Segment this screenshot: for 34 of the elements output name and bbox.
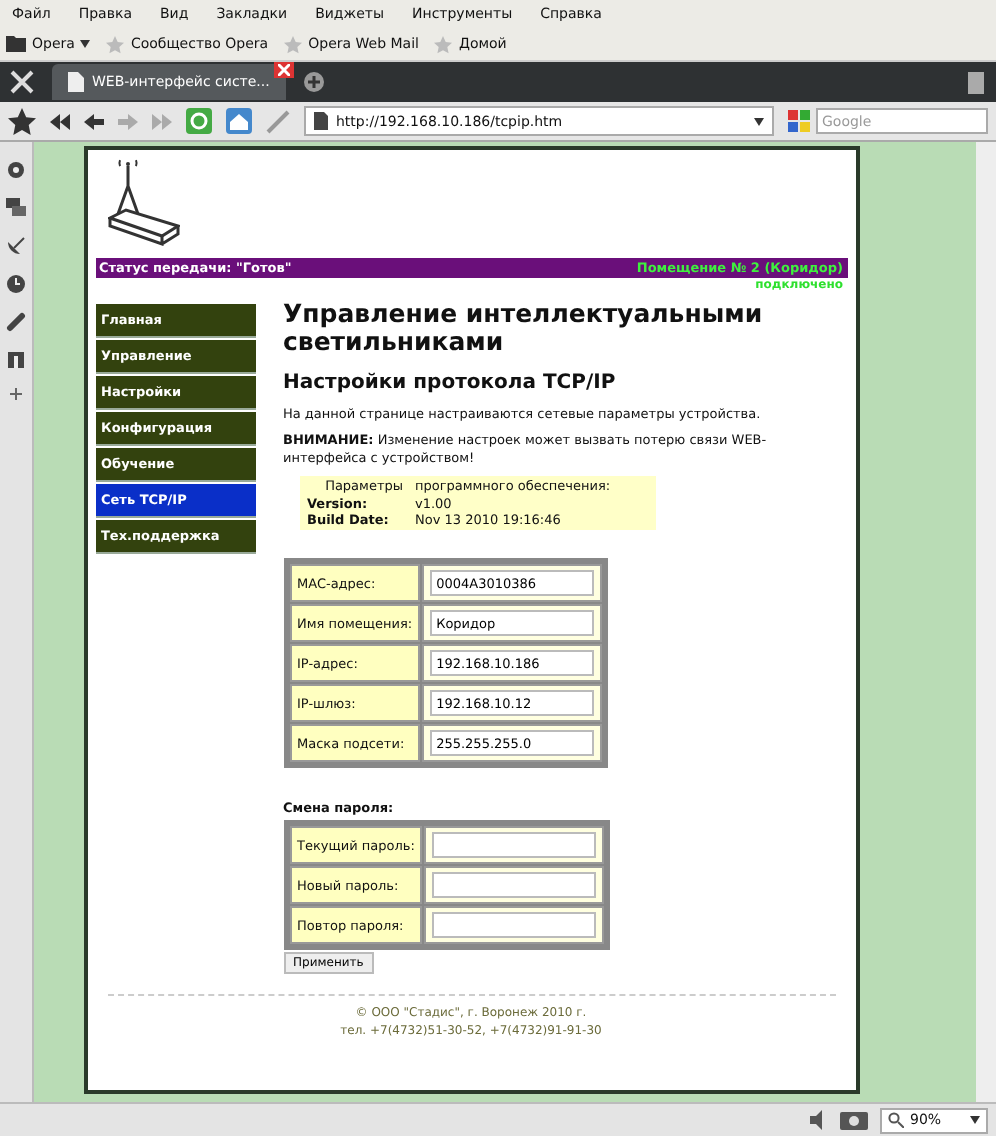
speaker-icon[interactable]: [808, 1110, 828, 1130]
folder-icon: [6, 36, 26, 52]
search-engine-icon[interactable]: [788, 110, 810, 132]
star-icon: [434, 35, 453, 53]
section-title: Настройки протокола TCP/IP: [283, 371, 618, 394]
tools-icon[interactable]: [8, 68, 36, 96]
star-icon: [284, 35, 303, 53]
scrollbar[interactable]: [976, 142, 996, 1102]
page-icon: [68, 72, 84, 92]
plus-icon[interactable]: [10, 388, 22, 400]
back-icon[interactable]: [84, 113, 104, 129]
rewind-icon[interactable]: [50, 113, 70, 129]
star-icon[interactable]: [8, 107, 36, 135]
page-icon: [314, 112, 328, 130]
satellite-dish-icon[interactable]: [6, 236, 26, 256]
caret-icon: [80, 40, 91, 48]
page-title: Управление интеллектуальными светильниками: [283, 300, 765, 358]
password-field[interactable]: [432, 872, 597, 899]
caret-icon: [970, 1116, 980, 1124]
router-icon: [107, 158, 179, 246]
password-field[interactable]: [432, 912, 597, 939]
clock-icon[interactable]: [6, 274, 26, 294]
windows-icon[interactable]: [6, 198, 26, 218]
new-tab-icon[interactable]: [301, 70, 326, 94]
trash-icon[interactable]: [968, 70, 984, 94]
password-field[interactable]: [432, 832, 597, 859]
gear-icon[interactable]: [6, 160, 26, 180]
caret-icon: [754, 117, 764, 125]
camera-icon[interactable]: [840, 1110, 868, 1130]
reload-icon[interactable]: [186, 108, 212, 134]
search-icon: [888, 1112, 904, 1128]
home-icon[interactable]: [226, 108, 252, 134]
star-icon: [106, 35, 125, 53]
close-icon[interactable]: [273, 62, 294, 78]
